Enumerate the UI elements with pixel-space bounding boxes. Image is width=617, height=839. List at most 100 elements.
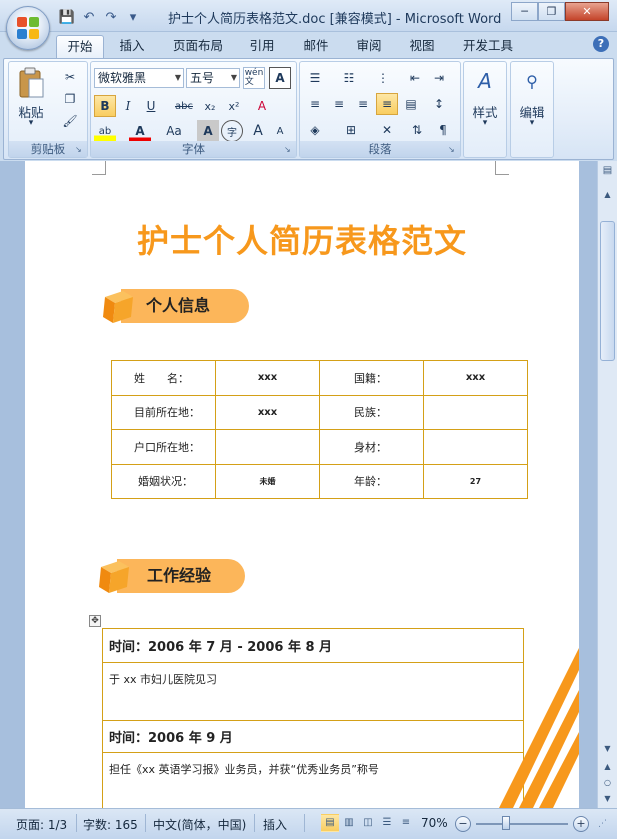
table-cell[interactable]: 未婚	[215, 463, 320, 499]
shading-icon[interactable]: ◈	[304, 119, 326, 141]
italic-button[interactable]: I	[117, 95, 139, 117]
table-cell[interactable]	[423, 429, 528, 465]
superscript-button[interactable]: x²	[223, 95, 245, 117]
subscript-button[interactable]: x₂	[199, 95, 221, 117]
table-cell[interactable]: xxx	[215, 394, 320, 430]
font-size-combo[interactable]: 五号 ▼	[186, 68, 240, 88]
show-marks-icon[interactable]: ¶	[432, 119, 454, 141]
undo-icon[interactable]: ↶	[80, 8, 98, 26]
zoom-level[interactable]: 70%	[421, 816, 448, 830]
browse-object-icon[interactable]: ○	[599, 775, 616, 791]
shrink-font-icon[interactable]: A	[269, 120, 291, 142]
tab-review[interactable]: 审阅	[349, 35, 389, 58]
char-border-icon[interactable]: A	[269, 67, 291, 89]
chinese-layout-icon[interactable]: ✕	[376, 119, 398, 141]
decrease-indent-icon[interactable]: ⇤	[404, 67, 426, 89]
distributed-icon[interactable]: ▤	[400, 93, 422, 115]
tab-references[interactable]: 引用	[242, 35, 282, 58]
tab-home[interactable]: 开始	[56, 35, 104, 58]
insert-mode-indicator[interactable]: 插入	[263, 816, 287, 833]
restore-button[interactable]: ❐	[538, 2, 565, 21]
sort-icon[interactable]: ⇅	[406, 119, 428, 141]
scroll-down-icon[interactable]: ▼	[599, 741, 616, 757]
styles-icon[interactable]: A	[470, 66, 500, 96]
font-name-combo[interactable]: 微软雅黑 ▼	[94, 68, 184, 88]
tab-mailings[interactable]: 邮件	[296, 35, 336, 58]
enclose-char-icon[interactable]: 字	[221, 120, 243, 142]
align-right-icon[interactable]: ≡	[352, 93, 374, 115]
page-count[interactable]: 页面: 1/3	[16, 816, 67, 833]
table-cell[interactable]: xxx	[423, 360, 528, 396]
font-launcher-icon[interactable]: ↘	[284, 145, 294, 155]
table-cell[interactable]: 目前所在地：	[111, 394, 216, 430]
scroll-thumb[interactable]	[600, 221, 615, 361]
align-center-icon[interactable]: ≡	[328, 93, 350, 115]
help-icon[interactable]: ?	[593, 36, 609, 52]
bullets-icon[interactable]: ☰	[304, 67, 326, 89]
styles-dropdown-icon[interactable]: ▾	[464, 118, 506, 128]
table-cell[interactable]	[215, 429, 320, 465]
format-painter-icon[interactable]: 🖌	[59, 110, 81, 132]
clear-format-icon[interactable]: A	[251, 95, 273, 117]
close-button[interactable]: ✕	[565, 2, 609, 21]
change-case-icon[interactable]: Aa	[163, 120, 185, 142]
zoom-slider-track[interactable]	[476, 823, 568, 825]
highlight-icon[interactable]: ab	[94, 120, 116, 142]
clipboard-launcher-icon[interactable]: ↘	[75, 145, 85, 155]
minimize-button[interactable]: ─	[511, 2, 538, 21]
tab-page-layout[interactable]: 页面布局	[166, 35, 230, 58]
work-time[interactable]: 时间：2006 年 7 月 - 2006 年 8 月	[102, 628, 524, 663]
paragraph-launcher-icon[interactable]: ↘	[448, 145, 458, 155]
line-spacing-icon[interactable]: ↕	[428, 93, 450, 115]
zoom-slider-thumb[interactable]	[502, 816, 510, 830]
redo-icon[interactable]: ↷	[102, 8, 120, 26]
table-cell[interactable]	[423, 394, 528, 430]
paste-icon[interactable]	[15, 66, 47, 100]
vertical-scrollbar[interactable]: ▤ ▲ ▼ ▲ ○ ▼	[597, 161, 617, 808]
strikethrough-button[interactable]: abc	[173, 95, 195, 117]
reading-view-icon[interactable]: ▥	[340, 814, 358, 832]
work-time[interactable]: 时间：2006 年 9 月	[102, 720, 524, 753]
table-cell[interactable]: 身材：	[319, 429, 424, 465]
next-page-icon[interactable]: ▼	[599, 791, 616, 807]
phonetic-guide-icon[interactable]: wén 文	[243, 67, 265, 89]
increase-indent-icon[interactable]: ⇥	[428, 67, 450, 89]
tab-developer[interactable]: 开发工具	[456, 35, 520, 58]
cut-icon[interactable]: ✂	[59, 66, 81, 88]
table-move-handle[interactable]: ✥	[89, 615, 101, 627]
table-cell[interactable]: xxx	[215, 360, 320, 396]
font-color-icon[interactable]: A	[129, 120, 151, 142]
draft-view-icon[interactable]: ≡	[397, 814, 415, 832]
tab-view[interactable]: 视图	[402, 35, 442, 58]
table-cell[interactable]: 婚姻状况：	[111, 463, 216, 499]
grow-font-icon[interactable]: A	[247, 120, 269, 142]
table-cell[interactable]: 户口所在地：	[111, 429, 216, 465]
paste-dropdown-icon[interactable]: ▾	[15, 118, 47, 128]
align-left-icon[interactable]: ≡	[304, 93, 326, 115]
table-cell[interactable]: 民族：	[319, 394, 424, 430]
table-cell[interactable]: 年龄：	[319, 463, 424, 499]
bold-button[interactable]: B	[94, 95, 116, 117]
print-layout-view-icon[interactable]: ▤	[321, 814, 339, 832]
editing-dropdown-icon[interactable]: ▾	[511, 118, 553, 128]
language-indicator[interactable]: 中文(简体，中国)	[153, 816, 246, 833]
find-binoculars-icon[interactable]: ⚲	[517, 66, 547, 96]
borders-icon[interactable]: ⊞	[340, 119, 362, 141]
web-layout-view-icon[interactable]: ◫	[359, 814, 377, 832]
outline-view-icon[interactable]: ☰	[378, 814, 396, 832]
customize-qat-icon[interactable]: ▾	[124, 8, 142, 26]
table-cell[interactable]: 27	[423, 463, 528, 499]
table-cell[interactable]: 姓 名：	[111, 360, 216, 396]
scroll-up-icon[interactable]: ▲	[599, 187, 616, 203]
previous-page-icon[interactable]: ▲	[599, 759, 616, 775]
multilevel-list-icon[interactable]: ⋮	[372, 67, 394, 89]
char-shading-icon[interactable]: A	[197, 120, 219, 142]
copy-icon[interactable]: ❐	[59, 88, 81, 110]
zoom-in-icon[interactable]: +	[573, 816, 589, 832]
work-description[interactable]: 担任《xx 英语学习报》业务员，并获“优秀业务员”称号	[102, 752, 524, 808]
word-count[interactable]: 字数: 165	[83, 816, 138, 833]
document-page[interactable]: 护士个人简历表格范文 个人信息 姓 名： xxx 国籍： xxx 目前所在地： …	[25, 161, 579, 808]
table-cell[interactable]: 国籍：	[319, 360, 424, 396]
justify-icon[interactable]: ≡	[376, 93, 398, 115]
tab-insert[interactable]: 插入	[112, 35, 152, 58]
